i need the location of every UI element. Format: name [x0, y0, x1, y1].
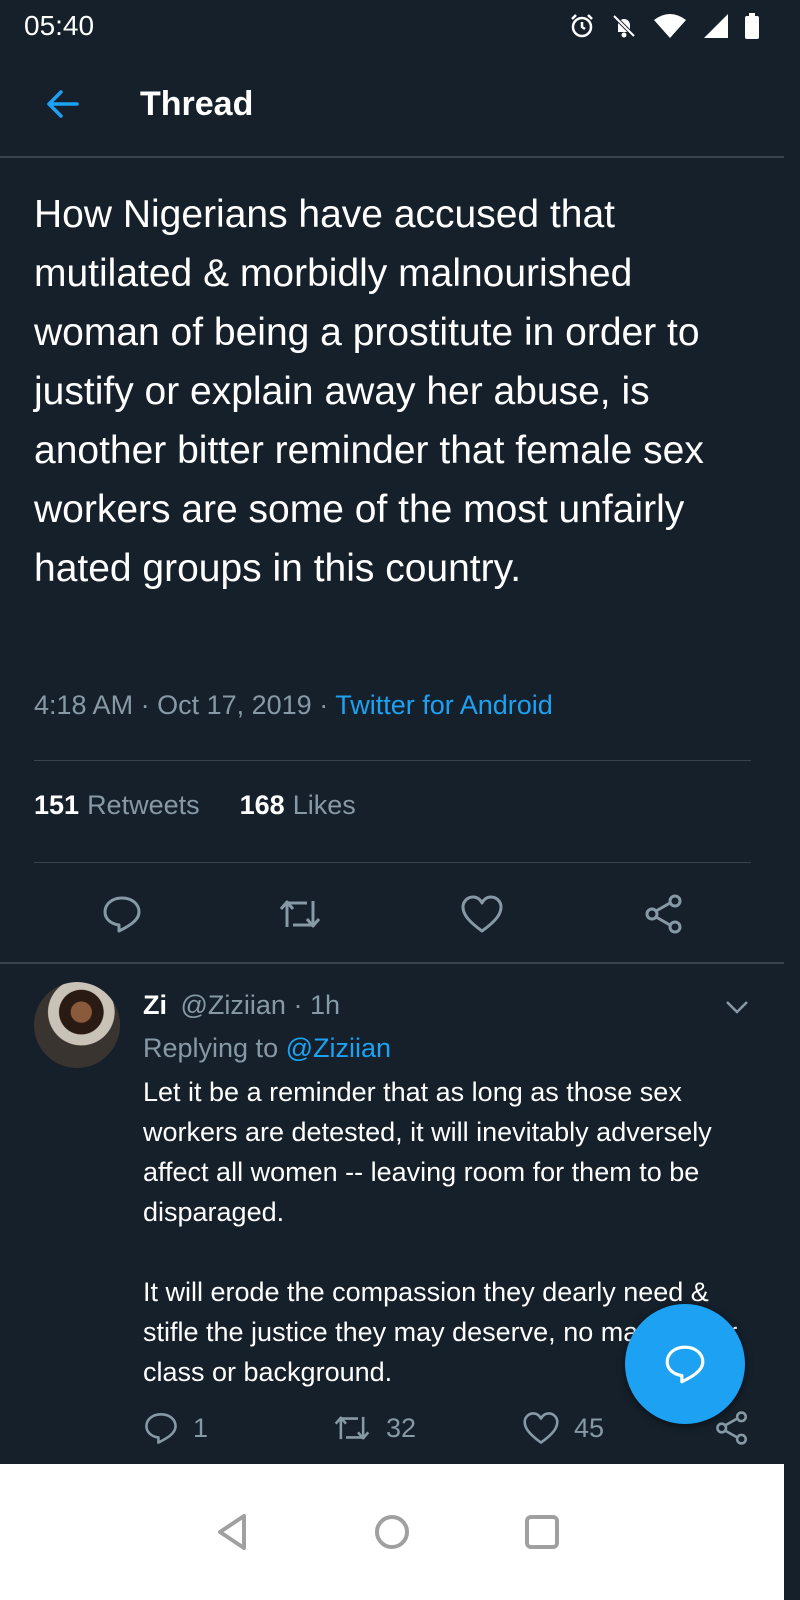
status-icons: [568, 12, 760, 40]
tweet-text: How Nigerians have accused that mutilate…: [34, 193, 704, 590]
divider: [34, 760, 751, 761]
share-button[interactable]: [640, 890, 688, 938]
tweet-source-link[interactable]: Twitter for Android: [335, 690, 553, 720]
likes-label: Likes: [292, 790, 356, 820]
meta-separator: ·: [140, 690, 158, 720]
retweets-stat[interactable]: 151 Retweets: [34, 790, 200, 821]
replying-to-handle[interactable]: @Ziziian: [286, 1033, 391, 1063]
replying-prefix: Replying to: [143, 1033, 279, 1063]
share-icon: [645, 894, 682, 934]
meta-separator: ·: [319, 690, 336, 720]
nav-recents-icon: [525, 1515, 559, 1549]
nav-back-icon: [218, 1514, 246, 1550]
page-title: Thread: [140, 84, 254, 123]
header: Thread: [0, 52, 784, 158]
navigation-bar: [0, 1464, 784, 1600]
chevron-down-icon: [726, 1001, 748, 1014]
tweet-date: Oct 17, 2019: [157, 690, 312, 720]
retweet-icon: [279, 900, 321, 928]
bell-off-icon: [612, 14, 636, 38]
retweets-count: 151: [34, 790, 80, 820]
signal-icon: [704, 14, 728, 38]
retweets-label: Retweets: [87, 790, 200, 820]
like-icon: [523, 1412, 559, 1444]
likes-stat[interactable]: 168 Likes: [240, 790, 356, 821]
like-count: 45: [574, 1412, 605, 1443]
retweet-button[interactable]: [276, 890, 324, 938]
nav-recents-button[interactable]: [518, 1508, 566, 1556]
compose-reply-button[interactable]: [625, 1304, 745, 1424]
tweet-stats: 151 Retweets 168 Likes: [34, 790, 356, 821]
battery-icon: [745, 13, 759, 39]
reply-author-handle[interactable]: @Ziziian: [181, 990, 286, 1020]
wifi-icon: [654, 14, 686, 38]
avatar[interactable]: [34, 982, 120, 1068]
tweet-time: 4:18 AM: [34, 690, 134, 720]
replying-to: Replying to @Ziziian: [143, 1033, 391, 1064]
retweet-count: 32: [386, 1412, 417, 1443]
back-arrow-icon: [47, 90, 79, 118]
reply-button[interactable]: [98, 890, 146, 938]
reply-share-button[interactable]: [714, 1410, 750, 1446]
reply-retweet-button[interactable]: 32: [332, 1410, 416, 1446]
alarm-icon: [571, 14, 593, 38]
reply-icon: [145, 1413, 177, 1444]
reply-age: 1h: [309, 990, 341, 1020]
status-bar: 05:40: [0, 0, 784, 52]
tweet-actions: [0, 880, 784, 950]
tweet-meta: 4:18 AM · Oct 17, 2019 · Twitter for And…: [34, 690, 553, 721]
section-separator: [0, 962, 784, 964]
likes-count: 168: [239, 790, 285, 820]
reply-reply-button[interactable]: 1: [143, 1410, 208, 1446]
back-button[interactable]: [28, 69, 98, 139]
compose-reply-icon: [665, 1345, 705, 1384]
like-button[interactable]: [458, 890, 506, 938]
divider: [34, 862, 751, 863]
reply-author-name[interactable]: Zi: [143, 990, 167, 1020]
reply-like-button[interactable]: 45: [522, 1410, 604, 1446]
retweet-icon: [334, 1416, 370, 1440]
reply-paragraph: Let it be a reminder that as long as tho…: [143, 1077, 712, 1227]
nav-home-icon: [375, 1515, 409, 1549]
nav-home-button[interactable]: [368, 1508, 416, 1556]
nav-back-button[interactable]: [208, 1508, 256, 1556]
reply-count: 1: [193, 1412, 209, 1443]
reply-header: Zi @Ziziian · 1h: [143, 990, 340, 1021]
share-icon: [716, 1411, 747, 1445]
status-time: 05:40: [24, 10, 95, 41]
meta-separator: ·: [293, 990, 310, 1020]
reply-icon: [103, 896, 141, 933]
tweet-menu-button[interactable]: [722, 992, 752, 1022]
like-icon: [461, 895, 503, 933]
